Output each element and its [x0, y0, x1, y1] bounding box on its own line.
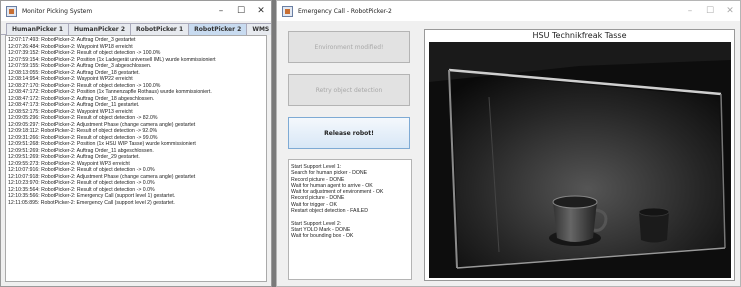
- status-line: Wait for bounding box - OK: [291, 233, 354, 240]
- close-button[interactable]: ✕: [720, 1, 740, 21]
- release-robot-button[interactable]: Release robot!: [288, 117, 410, 149]
- retry-detection-button[interactable]: Retry object detection: [288, 74, 410, 106]
- tab-humanpicker-1[interactable]: HumanPicker 1: [6, 23, 69, 35]
- window-title: Monitor Picking System: [22, 7, 93, 15]
- maximize-button[interactable]: ☐: [231, 1, 251, 21]
- emergency-window: Emergency Call - RobotPicker-2 – ☐ ✕ Env…: [276, 0, 741, 287]
- app-icon: [6, 5, 17, 17]
- close-button[interactable]: ✕: [251, 1, 271, 21]
- minimize-button[interactable]: –: [211, 1, 231, 21]
- camera-image[interactable]: [429, 42, 731, 278]
- emergency-titlebar[interactable]: Emergency Call - RobotPicker-2 – ☐ ✕: [277, 1, 740, 21]
- tab-humanpicker-2[interactable]: HumanPicker 2: [68, 23, 131, 35]
- app-icon: [282, 5, 293, 17]
- window-title: Emergency Call - RobotPicker-2: [298, 7, 392, 15]
- minimize-button[interactable]: –: [680, 1, 700, 21]
- support-status-log[interactable]: Start Support Level 1: Search for human p…: [288, 159, 412, 280]
- tab-wms[interactable]: WMS: [246, 23, 271, 35]
- camera-caption: HSU Technikfreak Tasse: [532, 31, 627, 40]
- monitor-window: Monitor Picking System – ☐ ✕ HumanPicker…: [0, 0, 272, 287]
- maximize-button[interactable]: ☐: [700, 1, 720, 21]
- event-log[interactable]: 12:07:17:493: RobotPicker-2: Auftrag Ord…: [5, 35, 267, 282]
- camera-scene: [429, 42, 731, 278]
- monitor-titlebar[interactable]: Monitor Picking System – ☐ ✕: [1, 1, 271, 21]
- tab-robotpicker-2[interactable]: RobotPicker 2: [188, 23, 248, 35]
- camera-view-panel: HSU Technikfreak Tasse: [424, 29, 735, 281]
- tab-robotpicker-1[interactable]: RobotPicker 1: [130, 23, 190, 35]
- log-line: 12:11:05:895: RobotPicker-2: Emergency C…: [8, 199, 175, 206]
- environment-modified-button[interactable]: Environment modified!: [288, 31, 410, 63]
- tab-bar: HumanPicker 1 HumanPicker 2 RobotPicker …: [1, 22, 271, 35]
